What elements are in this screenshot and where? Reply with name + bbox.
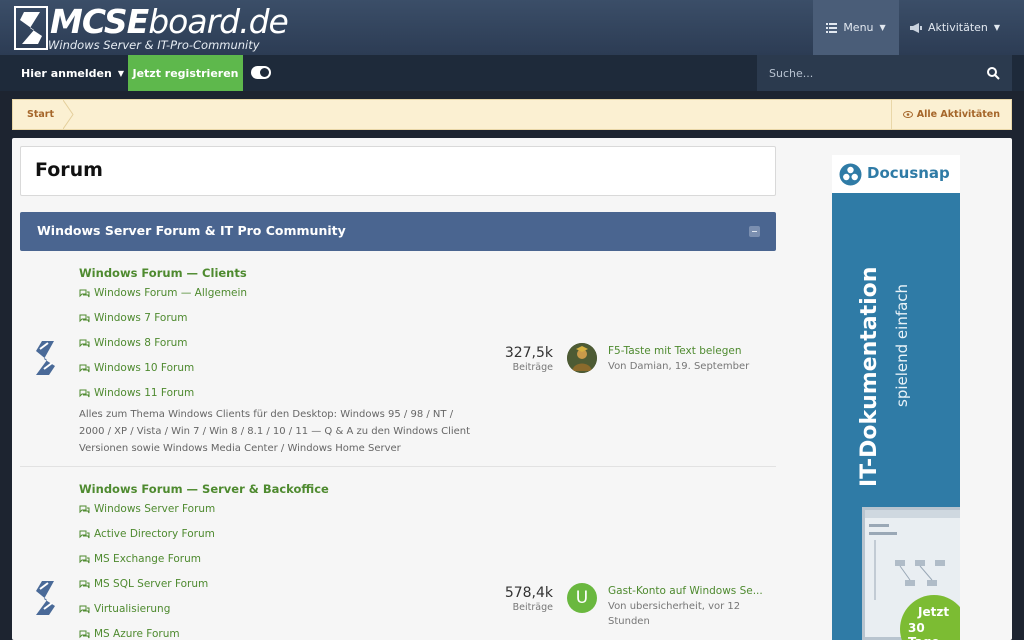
docusnap-logo-icon [839, 163, 862, 186]
all-activities-link[interactable]: Alle Aktivitäten [890, 100, 1011, 129]
subforum-link[interactable]: MS SQL Server Forum [79, 578, 208, 590]
logo-subtitle: Windows Server & IT-Pro-Community [48, 38, 260, 52]
category-title[interactable]: Windows Server Forum & IT Pro Community [37, 223, 346, 238]
ad-brand-bar: Docusnap [832, 155, 960, 193]
comments-icon [79, 314, 90, 322]
subforum-label: Windows Forum — Allgemein [94, 287, 248, 299]
forum-node-title[interactable]: Windows Forum — Server & Backoffice [79, 482, 329, 496]
page-title: Forum [35, 159, 103, 181]
page-title-box: Forum [20, 146, 776, 196]
subforum-link[interactable]: Windows 11 Forum [79, 387, 194, 399]
all-activities-label: Alle Aktivitäten [916, 109, 1000, 120]
ad-badge-line2: 30 Tage [908, 621, 939, 640]
subforum-link[interactable]: MS Exchange Forum [79, 553, 201, 565]
comments-icon [79, 630, 90, 638]
subforum-link[interactable]: MS Azure Forum [79, 628, 180, 640]
subforum-label: Windows 11 Forum [94, 387, 195, 399]
ad-tagline: spielend einfach [893, 283, 911, 407]
forum-node: Windows Forum — Clients Windows Forum — … [20, 251, 776, 466]
subforum-link[interactable]: Active Directory Forum [79, 528, 215, 540]
breadcrumb-start-link[interactable]: Start [13, 100, 68, 129]
megaphone-icon [909, 22, 922, 33]
site-logo[interactable]: MCSEboard.de Windows Server & IT-Pro-Com… [14, 2, 304, 54]
forum-node-title[interactable]: Windows Forum — Clients [79, 266, 247, 280]
subforum-label: Windows 7 Forum [94, 312, 188, 324]
register-button[interactable]: Jetzt registrieren [128, 55, 243, 91]
subforum-link[interactable]: Windows 8 Forum [79, 337, 188, 349]
avatar[interactable]: U [567, 583, 597, 613]
ad-brand-name: Docusnap [867, 164, 950, 182]
breadcrumb: Start Alle Aktivitäten [12, 99, 1012, 130]
ad-badge-line1: Jetzt [918, 605, 950, 619]
subforum-label: Virtualisierung [94, 603, 171, 615]
login-label: Hier anmelden [21, 66, 112, 80]
post-count: 327,5k [504, 345, 553, 361]
forum-node-icon [36, 581, 55, 615]
subforum-label: Windows 10 Forum [94, 362, 195, 374]
subforum-link[interactable]: Windows 7 Forum [79, 312, 188, 324]
subforum-label: MS SQL Server Forum [94, 578, 209, 590]
ad-headline: IT-Dokumentation [857, 266, 882, 487]
forum-node-icon [36, 341, 55, 375]
subforum-label: MS Azure Forum [94, 628, 180, 640]
subforum-link[interactable]: Windows 10 Forum [79, 362, 194, 374]
subforum-label: Active Directory Forum [94, 528, 215, 540]
menu-button[interactable]: Menu ▼ [813, 0, 899, 55]
avatar[interactable] [567, 343, 597, 373]
comments-icon [79, 580, 90, 588]
breadcrumb-separator-icon [63, 100, 74, 129]
search-box [757, 55, 1012, 91]
post-count: 578,4k [504, 585, 553, 601]
chevron-down-icon: ▼ [993, 23, 1001, 32]
site-header: MCSEboard.de Windows Server & IT-Pro-Com… [0, 0, 1024, 55]
subforum-label: Windows 8 Forum [94, 337, 188, 349]
comments-icon [79, 389, 90, 397]
subforum-link[interactable]: Windows Forum — Allgemein [79, 287, 247, 299]
search-icon[interactable] [986, 66, 1000, 80]
menu-label: Menu [843, 21, 874, 34]
comments-icon [79, 339, 90, 347]
login-button[interactable]: Hier anmelden ▼ [12, 55, 133, 91]
sidebar-advertisement[interactable]: Docusnap IT-Dokumentation spielend einfa… [832, 155, 960, 640]
activities-label: Aktivitäten [927, 21, 988, 34]
eye-icon [902, 111, 913, 118]
forum-node-description: Alles zum Thema Windows Clients für den … [79, 409, 471, 454]
subforum-link[interactable]: Windows Server Forum [79, 503, 215, 515]
logo-wordmark: MCSEboard.de [50, 2, 289, 41]
nav-bar: Hier anmelden ▼ Jetzt registrieren [0, 55, 1024, 91]
post-count-label: Beiträge [512, 602, 553, 613]
forum-node-stats: 327,5k Beiträge [498, 345, 553, 373]
comments-icon [79, 289, 90, 297]
forum-node: Windows Forum — Server & Backoffice Wind… [20, 466, 776, 640]
forum-node-stats: 578,4k Beiträge [498, 585, 553, 613]
comments-icon [79, 530, 90, 538]
comments-icon [79, 555, 90, 563]
latest-thread-link[interactable]: F5-Taste mit Text belegen [608, 345, 742, 357]
subforum-link[interactable]: Virtualisierung [79, 603, 170, 615]
chevron-down-icon: ▼ [879, 23, 886, 32]
collapse-toggle-icon[interactable] [749, 226, 760, 237]
main-content: Forum Windows Server Forum & IT Pro Comm… [12, 138, 1012, 640]
activities-button[interactable]: Aktivitäten ▼ [899, 0, 1011, 55]
latest-thread-meta: Von ubersicherheit, vor 12 Stunden [608, 601, 741, 627]
user-avatar-image-icon [567, 343, 597, 373]
menu-list-icon [826, 22, 838, 33]
logo-s-icon [14, 6, 48, 50]
comments-icon [79, 605, 90, 613]
post-count-label: Beiträge [512, 362, 553, 373]
style-toggle[interactable] [251, 66, 271, 79]
subforum-label: Windows Server Forum [94, 503, 216, 515]
chevron-down-icon: ▼ [117, 68, 124, 78]
category-header: Windows Server Forum & IT Pro Community [20, 212, 776, 251]
latest-thread-link[interactable]: Gast-Konto auf Windows Se... [608, 585, 763, 597]
subforum-label: MS Exchange Forum [94, 553, 201, 565]
comments-icon [79, 505, 90, 513]
comments-icon [79, 364, 90, 372]
search-input[interactable] [769, 66, 979, 80]
latest-thread-meta: Von Damian, 19. September [608, 361, 750, 372]
